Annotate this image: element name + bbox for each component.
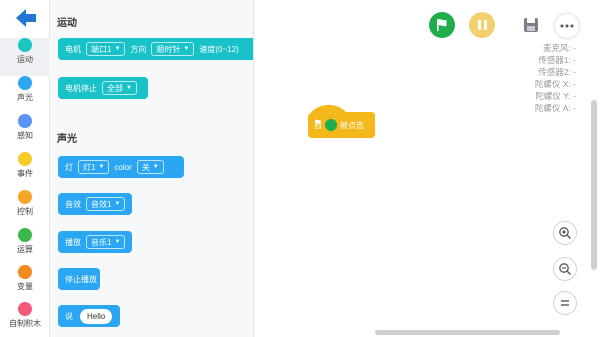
- block-text: 被点击: [340, 120, 364, 130]
- motor-block[interactable]: 电机 端口1 ▼ 方向 顺时针 ▼ 速度(0~12): [58, 38, 253, 60]
- category-operators[interactable]: 运算: [0, 228, 50, 266]
- music-dropdown[interactable]: 音乐1 ▼: [86, 235, 126, 249]
- block-palette: 运动 电机 端口1 ▼ 方向 顺时针 ▼ 速度(0~12) 电机停止 全部 ▼ 声光 …: [50, 0, 254, 337]
- zoom-reset-button[interactable]: [553, 291, 577, 315]
- category-variables[interactable]: 变量: [0, 265, 50, 303]
- caret-down-icon: ▼: [126, 85, 132, 91]
- category-label: 事件: [17, 169, 33, 178]
- say-text-input[interactable]: Hello: [80, 308, 113, 324]
- say-block[interactable]: 说 Hello: [58, 305, 120, 327]
- port-dropdown[interactable]: 端口1 ▼: [86, 42, 126, 56]
- block-text: 说: [65, 311, 73, 321]
- category-dot-icon: [18, 190, 32, 204]
- sensor-readout: 陀螺仪 X: -: [534, 79, 576, 89]
- section-title-motion: 运动: [57, 18, 77, 29]
- when-flag-clicked-block[interactable]: 当 被点击: [308, 104, 375, 138]
- block-text: 停止播放: [65, 274, 97, 284]
- dropdown-value: 全部: [107, 83, 123, 93]
- category-control[interactable]: 控制: [0, 190, 50, 228]
- section-title-sound-light: 声光: [57, 134, 77, 145]
- caret-down-icon: ▼: [152, 164, 159, 170]
- equals-icon: [561, 300, 569, 306]
- category-dot-icon: [18, 265, 32, 279]
- flag-icon: [315, 119, 337, 131]
- direction-dropdown[interactable]: 顺时针 ▼: [151, 42, 195, 56]
- category-dot-icon: [18, 228, 32, 242]
- dropdown-value: 灯1: [83, 162, 96, 172]
- motor-stop-dropdown[interactable]: 全部 ▼: [102, 81, 137, 95]
- light-block[interactable]: 灯 灯1 ▼ color 关 ▼: [58, 156, 184, 178]
- light-state-dropdown[interactable]: 关 ▼: [136, 160, 164, 174]
- app-window: 运动 声光 感知 事件 控制 运算 变量 自制积木 运动 电机 端口1 ▼ 方向…: [0, 0, 600, 337]
- block-text: 电机停止: [65, 83, 97, 93]
- block-text: 方向: [130, 44, 147, 54]
- category-dot-icon: [18, 38, 32, 52]
- script-area-vertical-scrollbar[interactable]: [591, 100, 597, 270]
- pause-icon: [483, 20, 487, 30]
- block-text: color: [114, 162, 132, 172]
- sensor-readout: 陀螺仪 A: -: [534, 103, 576, 113]
- caret-down-icon: ▼: [183, 46, 190, 52]
- category-label: 变量: [17, 282, 33, 291]
- play-music-block[interactable]: 播放 音乐1 ▼: [58, 231, 132, 253]
- save-icon[interactable]: [522, 16, 540, 34]
- category-label: 运算: [17, 245, 33, 254]
- category-rail: 运动 声光 感知 事件 控制 运算 变量 自制积木: [0, 0, 50, 337]
- caret-down-icon: ▼: [114, 239, 121, 245]
- category-label: 运动: [17, 55, 33, 64]
- back-arrow-icon[interactable]: [14, 7, 38, 29]
- caret-down-icon: ▼: [114, 46, 121, 52]
- block-text: 播放: [65, 237, 81, 247]
- block-text: 速度(0~12): [199, 44, 239, 54]
- hat-block-content: 当 被点击: [314, 119, 364, 131]
- sensor-readout: 麦克风: -: [542, 43, 576, 53]
- category-sound-light[interactable]: 声光: [0, 76, 50, 114]
- more-dots-icon: [560, 24, 574, 28]
- run-flag-button[interactable]: [429, 12, 455, 38]
- dropdown-value: 端口1: [91, 44, 112, 54]
- flag-icon: [437, 19, 447, 31]
- dropdown-value: 音乐1: [91, 237, 112, 247]
- more-options-button[interactable]: [555, 14, 579, 38]
- category-motion[interactable]: 运动: [0, 38, 50, 76]
- zoom-out-button[interactable]: [553, 257, 577, 281]
- script-area-horizontal-scrollbar[interactable]: [375, 330, 560, 335]
- zoom-out-icon: [559, 263, 571, 275]
- motor-stop-block[interactable]: 电机停止 全部 ▼: [58, 77, 148, 99]
- category-events[interactable]: 事件: [0, 152, 50, 190]
- category-label: 声光: [17, 93, 33, 102]
- block-text: 音效: [65, 199, 81, 209]
- sensor-readout: 陀螺仪 Y: -: [535, 91, 576, 101]
- sensor-readout: 传感器2: -: [538, 67, 576, 77]
- light-dropdown[interactable]: 灯1 ▼: [78, 160, 110, 174]
- stop-playing-block[interactable]: 停止播放: [58, 268, 100, 290]
- block-text: 电机: [65, 44, 81, 54]
- category-dot-icon: [18, 114, 32, 128]
- dropdown-value: 关: [141, 162, 150, 172]
- category-label: 控制: [17, 207, 33, 216]
- zoom-in-button[interactable]: [553, 221, 577, 245]
- category-dot-icon: [18, 76, 32, 90]
- category-my-blocks[interactable]: 自制积木: [0, 302, 50, 337]
- sound-effect-block[interactable]: 音效 音效1 ▼: [58, 193, 132, 215]
- category-label: 感知: [17, 131, 33, 140]
- block-text: 灯: [65, 162, 73, 172]
- category-dot-icon: [18, 302, 32, 316]
- dropdown-value: 顺时针: [156, 44, 181, 54]
- sound-effect-dropdown[interactable]: 音效1 ▼: [86, 197, 126, 211]
- pause-button[interactable]: [469, 12, 495, 38]
- category-sensing[interactable]: 感知: [0, 114, 50, 152]
- category-label: 自制积木: [9, 319, 41, 328]
- caret-down-icon: ▼: [98, 164, 105, 170]
- dropdown-value: 音效1: [91, 199, 112, 209]
- zoom-in-icon: [559, 227, 571, 239]
- category-dot-icon: [18, 152, 32, 166]
- pause-icon: [477, 20, 481, 30]
- sensor-readout: 传感器1: -: [538, 55, 576, 65]
- caret-down-icon: ▼: [114, 201, 121, 207]
